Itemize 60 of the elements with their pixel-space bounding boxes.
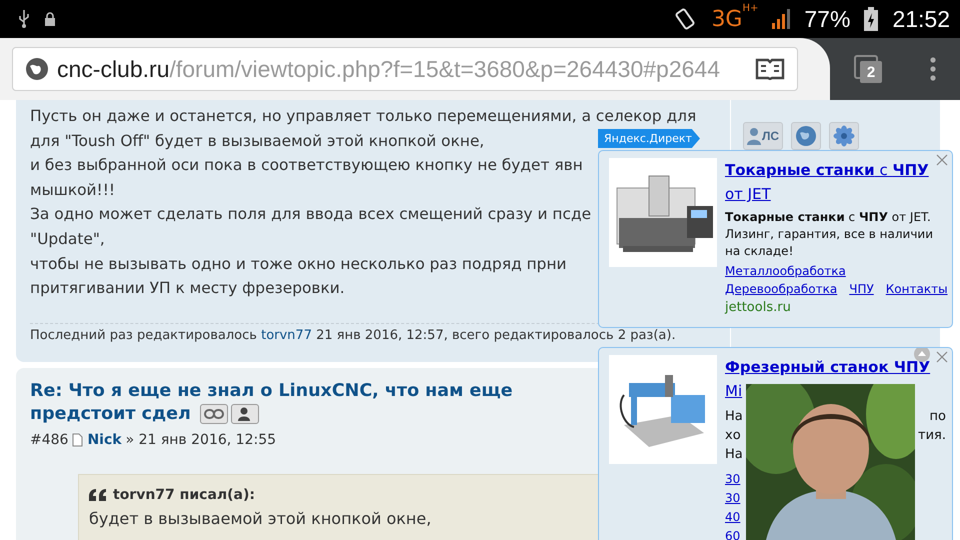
post-text-line: притягивании УП к месту фрезеровки. (30, 278, 345, 300)
ad-label: Яндекс.Директ (598, 129, 700, 148)
ad-link[interactable]: ЧПУ (849, 282, 874, 296)
clock: 21:52 (892, 6, 950, 32)
ad-link[interactable]: 30 (725, 470, 740, 489)
ad-link[interactable]: 30 (725, 489, 740, 508)
website-button[interactable] (791, 122, 822, 150)
book-icon[interactable] (755, 58, 785, 80)
menu-icon[interactable] (930, 57, 936, 81)
ad-link[interactable]: 60 (725, 527, 740, 540)
post-text-line: "Update", (30, 228, 105, 250)
ad-description-fragment: На (725, 446, 743, 464)
post-text-line: мышкой!!! (30, 180, 116, 201)
lock-icon (44, 12, 56, 26)
ad-link[interactable]: Деревообработка (725, 282, 838, 296)
address-bar[interactable]: cnc-club.ru/forum/viewtopic.php?f=15&t=3680&p=264430#p2644 (12, 47, 798, 91)
ad-link[interactable]: Металлообработка (725, 264, 846, 278)
icq-button[interactable] (829, 122, 860, 150)
link-button[interactable] (200, 404, 228, 424)
battery-percent: 77% (804, 6, 850, 32)
signal-icon (772, 9, 790, 29)
post-date: » 21 янв 2016, 12:55 (126, 432, 276, 448)
post-number: #486 (30, 432, 68, 448)
profile-button[interactable] (230, 404, 259, 424)
rotation-icon (673, 7, 698, 31)
ad-link[interactable]: 40 (725, 508, 740, 527)
scroll-up-icon[interactable] (914, 348, 930, 362)
ad-description-fragment: хо (725, 427, 741, 445)
url-path: /forum/viewtopic.php?f=15&t=3680&p=264430#p2644 (169, 56, 720, 82)
ad-description: Токарные станки с ЧПУ от JET. Лизинг, гарантия, все в наличии на складе! (725, 209, 934, 260)
close-icon[interactable] (936, 154, 948, 166)
flower-icon (833, 125, 856, 147)
post-text-line: Пусть он даже и останется, но управляет только перемещениями, а селекор для (30, 106, 696, 127)
ad-description-fragment: по (930, 408, 946, 426)
user-link[interactable]: torvn77 (261, 328, 312, 343)
author-link[interactable]: Nick (87, 432, 122, 448)
quote-icon (89, 489, 107, 501)
quote-author: torvn77 писал(а): (113, 487, 255, 503)
ad-description-fragment: тия. (918, 427, 946, 445)
close-icon[interactable] (936, 351, 948, 363)
post-text-line: и без выбранной оси пока в соответствующею кнопку не будет явн (30, 155, 583, 176)
ad-title-link[interactable]: Фрезерный станок ЧПУ (725, 355, 930, 379)
post-text-line: для "Toush Off" будет в вызываемой этой кнопкой окне, (30, 130, 484, 152)
usb-icon (18, 10, 30, 28)
person-icon (747, 127, 761, 145)
ad-domain: jettools.ru (725, 300, 792, 315)
ad-title-link[interactable]: Mi (725, 379, 742, 403)
post-text-line: чтобы не вызывать одно и тоже окно несколько раз подряд прни (30, 254, 567, 275)
post-title[interactable]: Re: Что я еще не знал о LinuxCNC, что нам еще предстоит сдел (30, 380, 590, 426)
document-icon[interactable] (72, 433, 84, 447)
globe-icon (25, 57, 49, 81)
post-text-line: За одно может сделать поля для ввода всех смещений сразу и псде (30, 204, 592, 226)
globe-icon (795, 125, 818, 147)
ad-description-fragment: На (725, 408, 743, 426)
private-message-button[interactable]: ЛС (743, 122, 784, 150)
battery-charging-icon (864, 7, 878, 31)
ad-title-link[interactable]: Токарные станки с ЧПУ от JET (725, 158, 947, 206)
url-domain: cnc-club.ru (57, 56, 170, 82)
ad-link[interactable]: Контакты (886, 282, 948, 296)
quote-text: будет в вызываемой этой кнопкой окне, (89, 509, 432, 528)
